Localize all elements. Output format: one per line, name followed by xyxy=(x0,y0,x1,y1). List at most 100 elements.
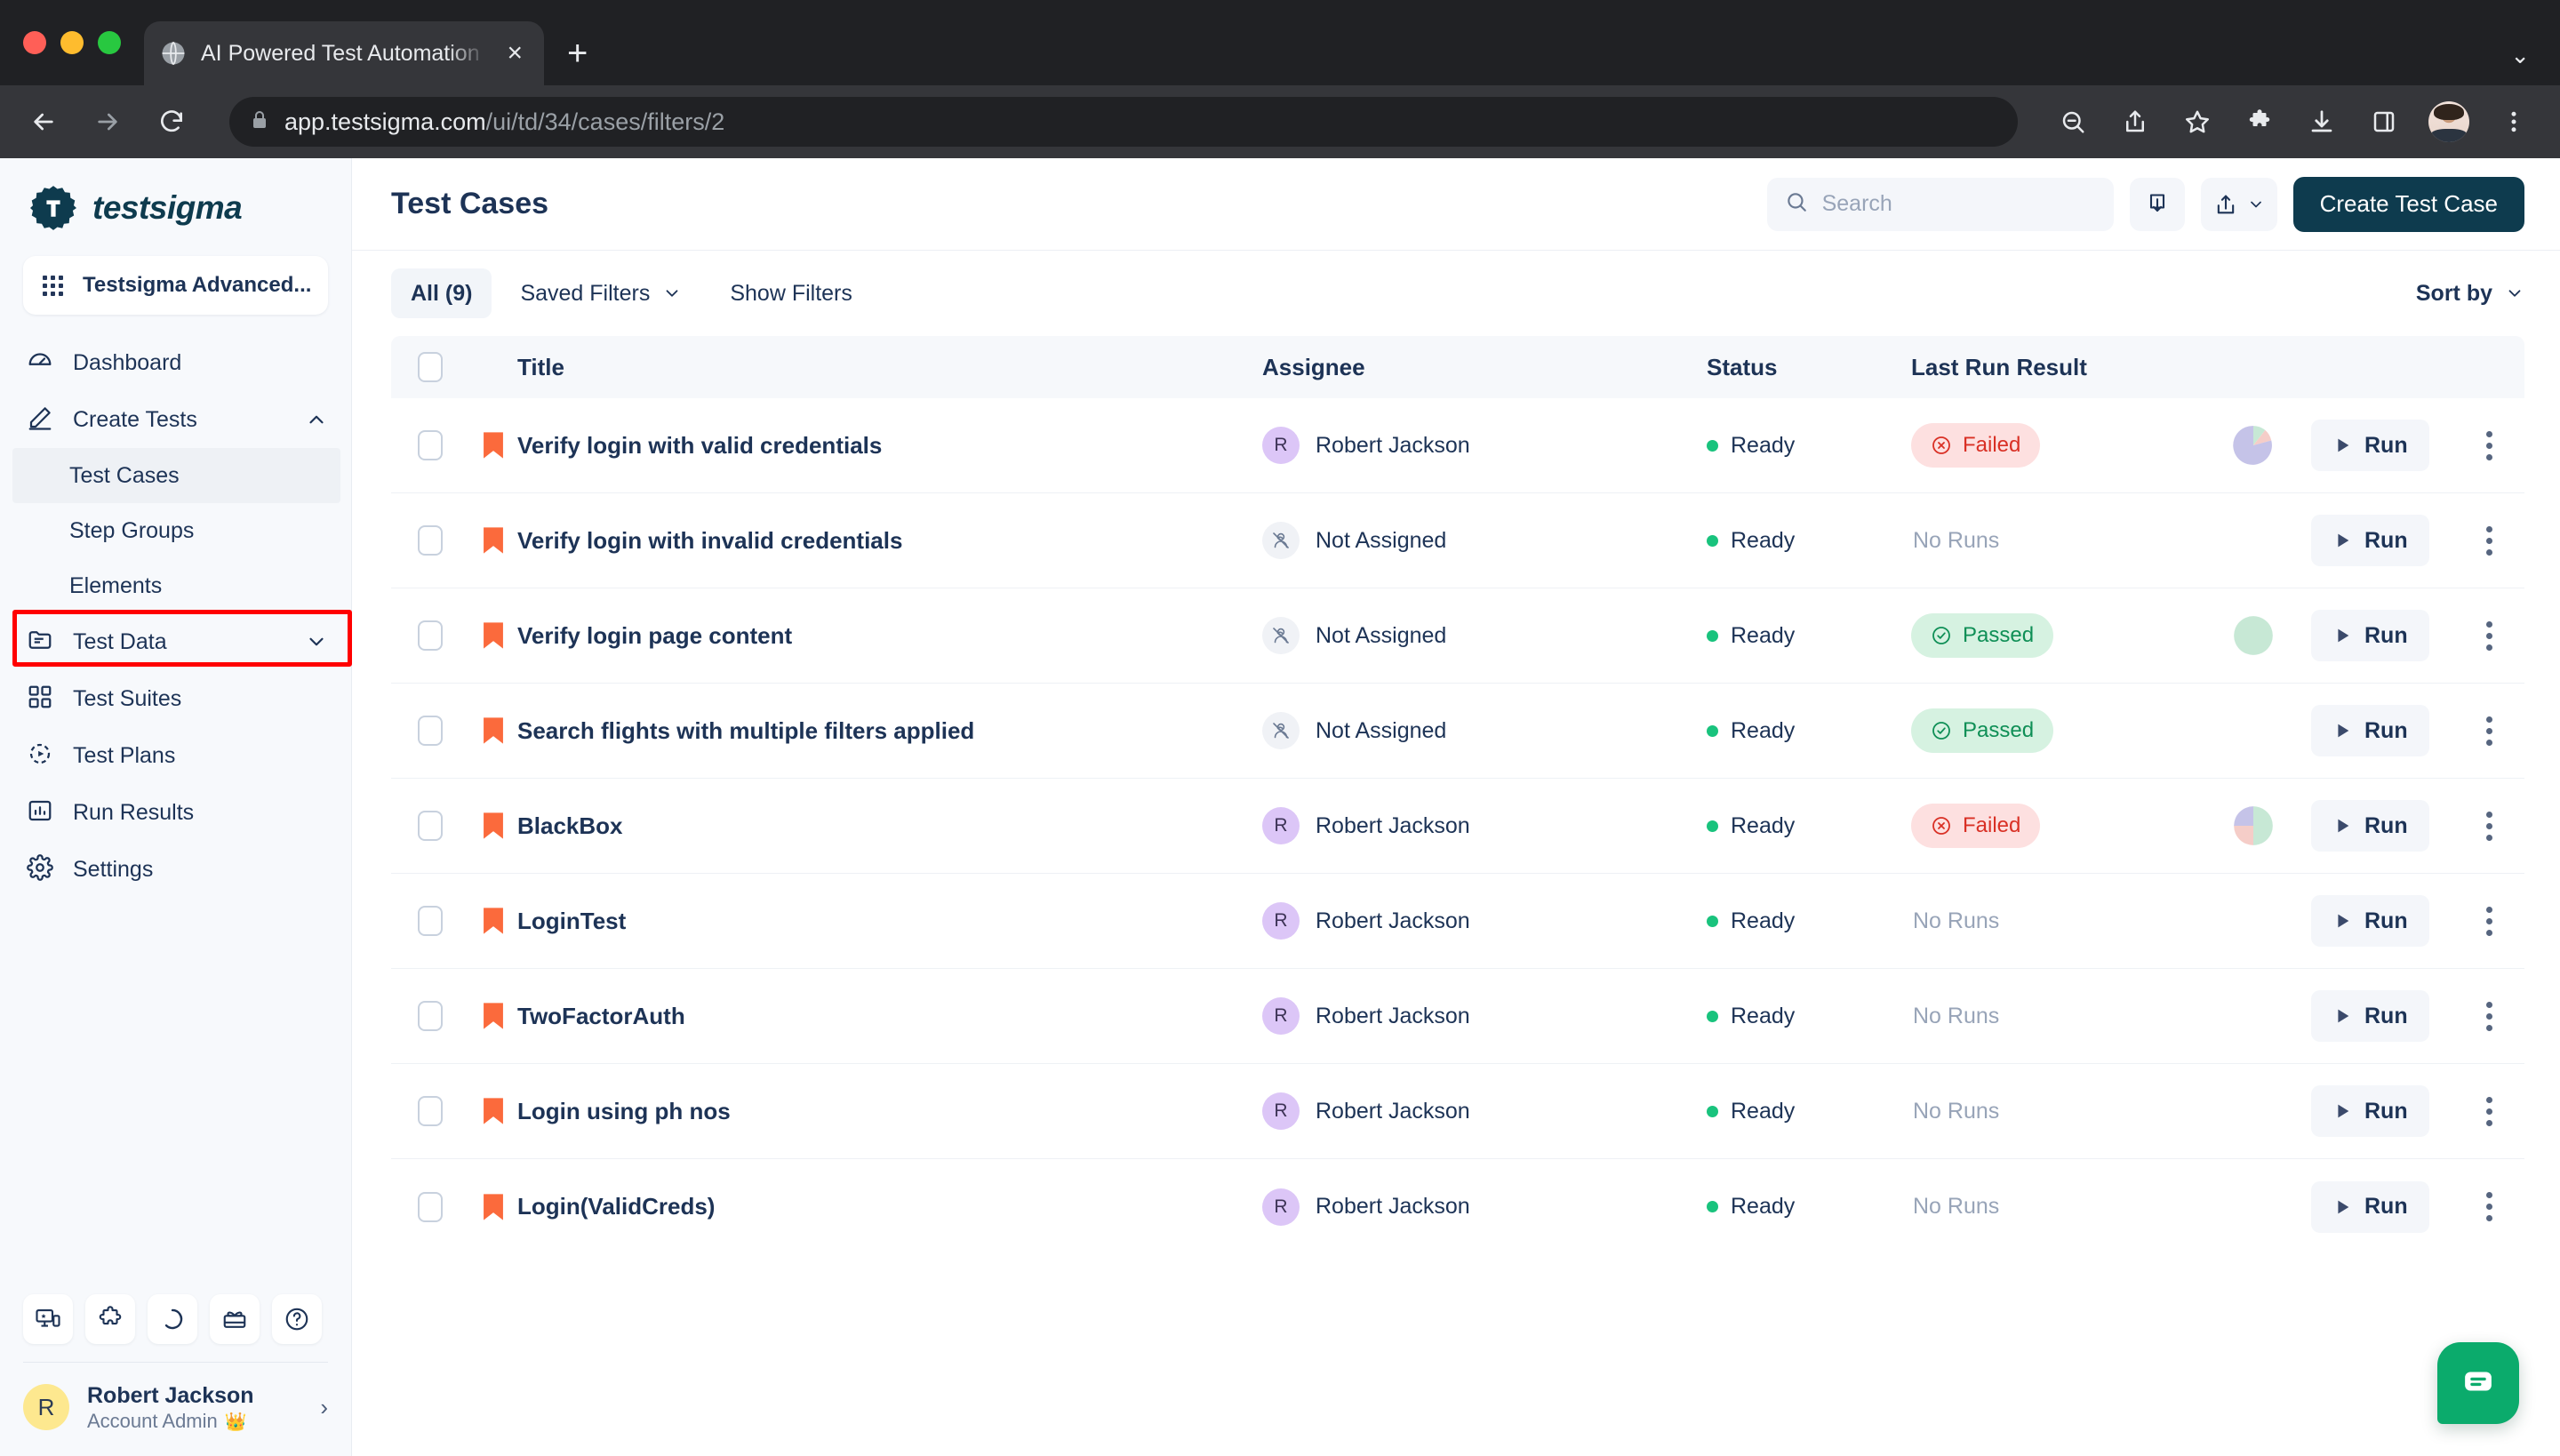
minimize-window-button[interactable] xyxy=(60,31,84,54)
sidebar-item-test-suites[interactable]: Test Suites xyxy=(0,670,351,727)
test-case-title[interactable]: LoginTest xyxy=(517,908,1262,935)
show-filters-button[interactable]: Show Filters xyxy=(710,268,872,318)
row-checkbox[interactable] xyxy=(418,716,443,746)
assignee-cell[interactable]: Not Assigned xyxy=(1262,522,1707,559)
address-bar[interactable]: app.testsigma.com/ui/td/34/cases/filters… xyxy=(229,97,2018,147)
side-panel-icon[interactable] xyxy=(2366,104,2402,140)
table-row[interactable]: Verify login page content Not Assigned Rea… xyxy=(391,588,2524,684)
table-row[interactable]: Search flights with multiple filters app… xyxy=(391,684,2524,779)
row-more-menu-button[interactable] xyxy=(2479,900,2500,943)
run-button[interactable]: Run xyxy=(2311,420,2429,471)
extensions-icon[interactable] xyxy=(2242,104,2277,140)
run-button[interactable]: Run xyxy=(2311,1180,2429,1233)
tab-list-chevron-icon[interactable]: ⌄ xyxy=(2510,42,2530,69)
run-button[interactable]: Run xyxy=(2311,515,2429,566)
row-more-menu-button[interactable] xyxy=(2479,804,2500,848)
row-more-menu-button[interactable] xyxy=(2479,709,2500,753)
chat-widget-button[interactable] xyxy=(2437,1342,2519,1424)
row-checkbox[interactable] xyxy=(418,620,443,651)
row-checkbox[interactable] xyxy=(418,525,443,556)
project-selector[interactable]: Testsigma Advanced... xyxy=(23,256,328,315)
sidebar-item-run-results[interactable]: Run Results xyxy=(0,784,351,841)
sidebar-item-create-tests[interactable]: Create Tests xyxy=(0,391,351,448)
search-input[interactable] xyxy=(1821,191,2096,217)
app-logo[interactable]: testsigma xyxy=(0,158,351,251)
profile-avatar[interactable] xyxy=(2428,101,2469,142)
close-window-button[interactable] xyxy=(23,31,46,54)
browser-tab[interactable]: AI Powered Test Automation Pl × xyxy=(144,21,544,85)
test-case-title[interactable]: Login using ph nos xyxy=(517,1098,1262,1125)
run-button[interactable]: Run xyxy=(2311,990,2429,1042)
row-checkbox[interactable] xyxy=(418,1001,443,1031)
table-row[interactable]: Login using ph nos R Robert Jackson Ready No… xyxy=(391,1064,2524,1159)
forward-button[interactable] xyxy=(87,101,128,142)
puzzle-icon[interactable] xyxy=(85,1293,135,1344)
test-case-title[interactable]: Verify login with valid credentials xyxy=(517,432,1262,460)
row-more-menu-button[interactable] xyxy=(2479,519,2500,563)
table-row[interactable]: BlackBox R Robert Jackson Ready Failed Run xyxy=(391,779,2524,874)
row-more-menu-button[interactable] xyxy=(2479,424,2500,468)
row-more-menu-button[interactable] xyxy=(2479,995,2500,1038)
table-row[interactable]: TwoFactorAuth R Robert Jackson Ready No Runs… xyxy=(391,969,2524,1064)
sidebar-item-elements[interactable]: Elements xyxy=(0,558,351,613)
tab-all[interactable]: All (9) xyxy=(391,268,492,318)
test-case-title[interactable]: TwoFactorAuth xyxy=(517,1003,1262,1030)
select-all-checkbox[interactable] xyxy=(418,352,443,382)
assignee-cell[interactable]: Not Assigned xyxy=(1262,712,1707,749)
test-case-title[interactable]: Login(ValidCreds) xyxy=(517,1193,1262,1220)
sidebar-item-test-cases[interactable]: Test Cases xyxy=(12,448,340,503)
test-case-title[interactable]: Verify login with invalid credentials xyxy=(517,527,1262,555)
assignee-cell[interactable]: R Robert Jackson xyxy=(1262,427,1707,464)
assignee-cell[interactable]: R Robert Jackson xyxy=(1262,1092,1707,1130)
sidebar-item-test-plans[interactable]: Test Plans xyxy=(0,727,351,784)
assignee-cell[interactable]: R Robert Jackson xyxy=(1262,997,1707,1035)
table-row[interactable]: Verify login with invalid credentials Not… xyxy=(391,493,2524,588)
devices-icon[interactable] xyxy=(23,1293,73,1344)
export-button[interactable] xyxy=(2200,177,2277,231)
run-button[interactable]: Run xyxy=(2311,610,2429,661)
chrome-menu-icon[interactable] xyxy=(2496,104,2532,140)
run-button[interactable]: Run xyxy=(2311,800,2429,852)
assignee-cell[interactable]: R Robert Jackson xyxy=(1262,902,1707,940)
test-case-title[interactable]: Verify login page content xyxy=(517,622,1262,650)
sidebar-user-profile[interactable]: R Robert Jackson Account Admin 👑 › xyxy=(0,1363,351,1456)
sidebar-item-step-groups[interactable]: Step Groups xyxy=(0,503,351,558)
test-case-title[interactable]: Search flights with multiple filters app… xyxy=(517,717,1262,745)
sort-by-dropdown[interactable]: Sort by xyxy=(2416,281,2524,307)
table-row[interactable]: Verify login with valid credentials R Robe… xyxy=(391,398,2524,493)
close-tab-button[interactable]: × xyxy=(501,40,528,67)
gift-icon[interactable] xyxy=(210,1293,260,1344)
table-row[interactable]: Login(ValidCreds) R Robert Jackson Ready No … xyxy=(391,1159,2524,1254)
bookmark-star-icon[interactable] xyxy=(2180,104,2215,140)
reload-button[interactable] xyxy=(151,101,192,142)
row-checkbox[interactable] xyxy=(418,1096,443,1126)
table-row[interactable]: LoginTest R Robert Jackson Ready No Runs Run xyxy=(391,874,2524,969)
help-icon[interactable] xyxy=(272,1293,322,1344)
import-icon[interactable] xyxy=(2129,177,2185,231)
sidebar-item-test-data[interactable]: Test Data xyxy=(0,613,351,670)
search-input-wrapper[interactable] xyxy=(1766,177,2114,231)
row-more-menu-button[interactable] xyxy=(2479,1090,2500,1133)
create-test-case-button[interactable]: Create Test Case xyxy=(2292,176,2524,232)
run-button[interactable]: Run xyxy=(2311,705,2429,756)
row-checkbox[interactable] xyxy=(418,430,443,460)
test-case-title[interactable]: BlackBox xyxy=(517,812,1262,840)
row-checkbox[interactable] xyxy=(418,811,443,841)
saved-filters-dropdown[interactable]: Saved Filters xyxy=(500,268,701,318)
new-tab-button[interactable]: + xyxy=(567,36,588,71)
share-icon[interactable] xyxy=(2117,104,2153,140)
run-button[interactable]: Run xyxy=(2311,895,2429,947)
assignee-cell[interactable]: R Robert Jackson xyxy=(1262,807,1707,844)
downloads-icon[interactable] xyxy=(2304,104,2340,140)
maximize-window-button[interactable] xyxy=(98,31,121,54)
row-checkbox[interactable] xyxy=(418,1191,443,1222)
progress-circle-icon[interactable] xyxy=(148,1293,197,1344)
row-more-menu-button[interactable] xyxy=(2479,614,2500,658)
sidebar-item-dashboard[interactable]: Dashboard xyxy=(0,334,351,391)
assignee-cell[interactable]: Not Assigned xyxy=(1262,617,1707,654)
sidebar-item-settings[interactable]: Settings xyxy=(0,841,351,898)
zoom-out-icon[interactable] xyxy=(2055,104,2091,140)
assignee-cell[interactable]: R Robert Jackson xyxy=(1262,1188,1707,1226)
row-checkbox[interactable] xyxy=(418,906,443,936)
back-button[interactable] xyxy=(23,101,64,142)
